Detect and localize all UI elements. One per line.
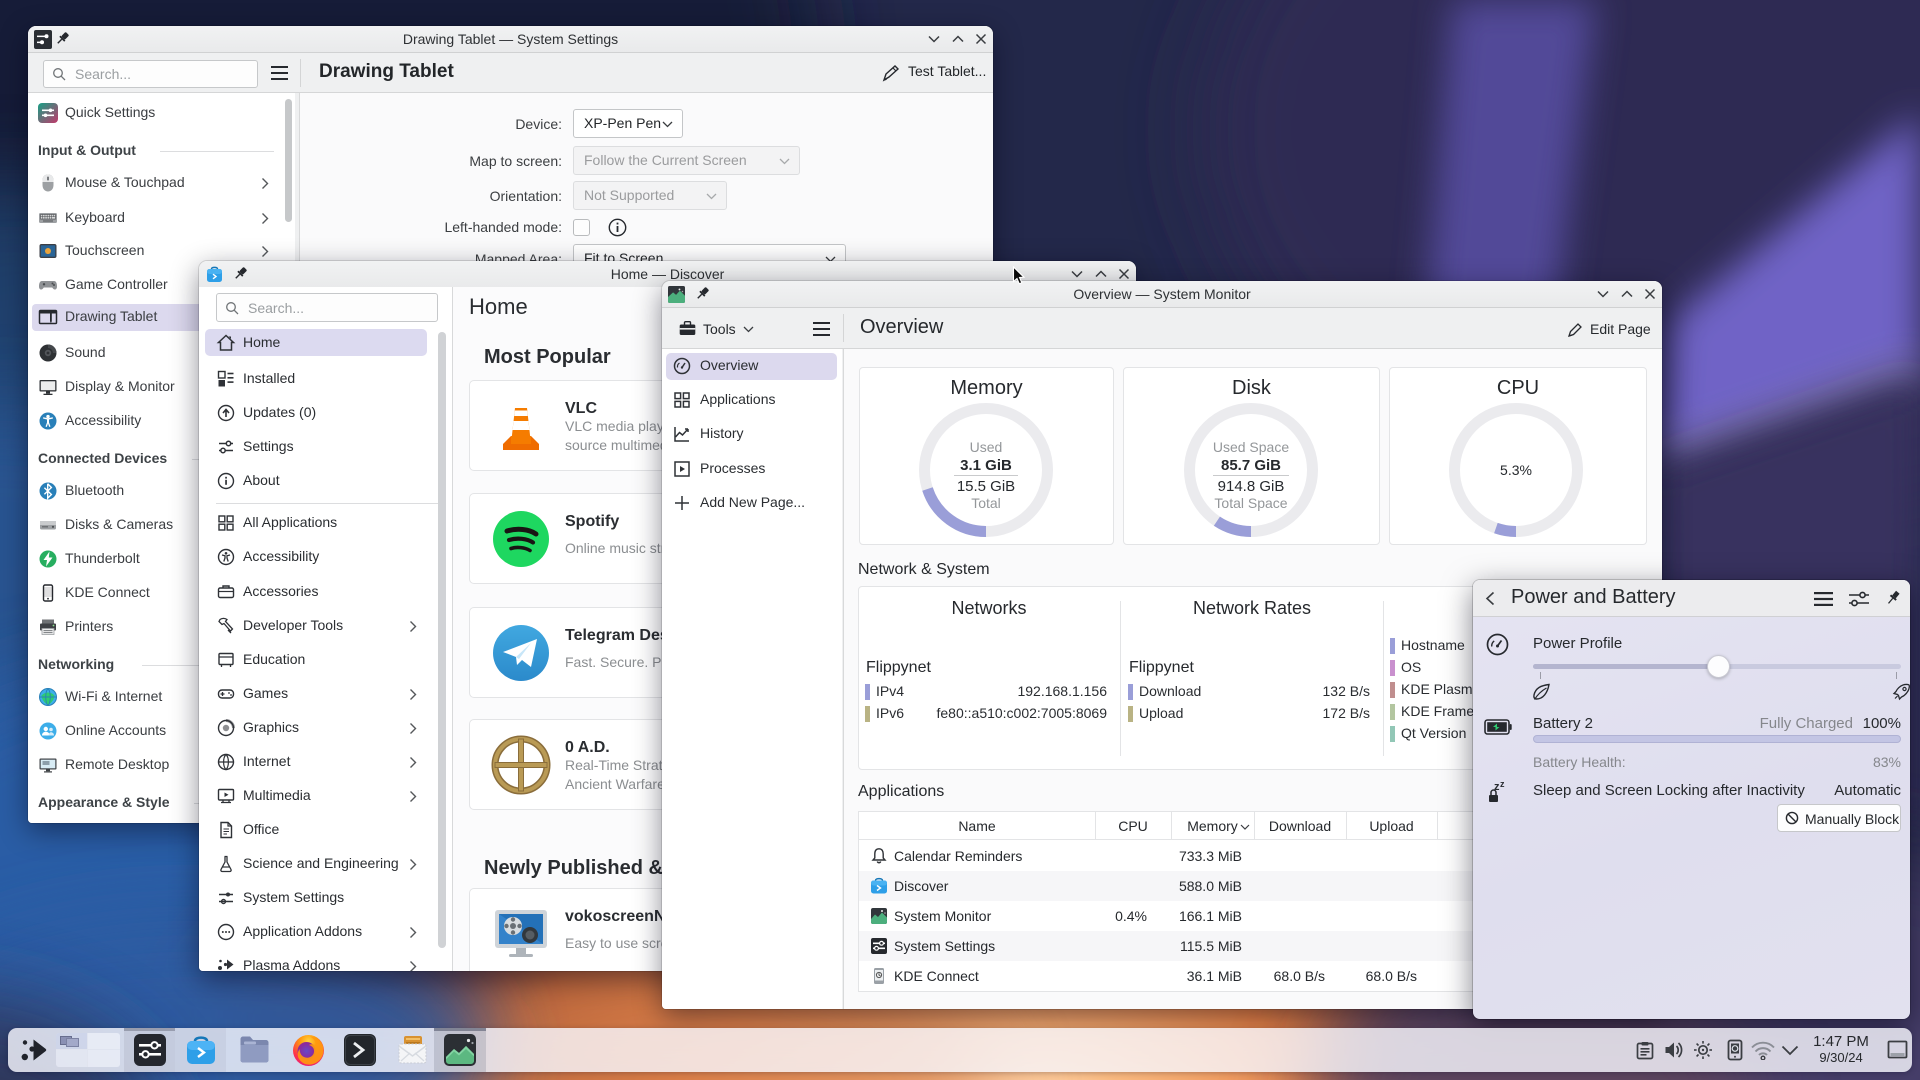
svg-text:Used Space: Used Space bbox=[1213, 439, 1289, 455]
svg-text:914.8 GiB: 914.8 GiB bbox=[1218, 478, 1285, 495]
svg-text:z: z bbox=[1500, 779, 1505, 789]
svg-text:85.7 GiB: 85.7 GiB bbox=[1221, 457, 1281, 474]
svg-text:5.3%: 5.3% bbox=[1500, 462, 1532, 478]
svg-text:Total: Total bbox=[971, 495, 1001, 511]
svg-text:Total Space: Total Space bbox=[1214, 495, 1287, 511]
svg-text:Used: Used bbox=[970, 439, 1003, 455]
svg-text:3.1 GiB: 3.1 GiB bbox=[960, 457, 1012, 474]
svg-text:15.5 GiB: 15.5 GiB bbox=[957, 478, 1015, 495]
